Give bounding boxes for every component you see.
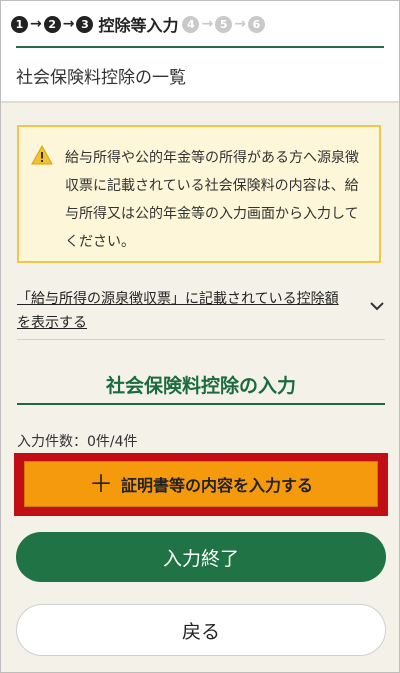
section-title: 社会保険料控除の入力: [105, 375, 296, 397]
warning-icon: [31, 145, 53, 165]
finish-input-button[interactable]: 入力終了: [16, 532, 386, 582]
withholding-disclosure[interactable]: 「給与所得の源泉徴収票」に記載されている控除額を表示する: [17, 287, 385, 340]
current-step-label: 控除等入力: [98, 16, 179, 35]
enter-certificate-label: 証明書等の内容を入力する: [120, 476, 313, 495]
entry-count: 入力件数：0件/4件: [17, 434, 138, 450]
highlight-frame: ＋ 証明書等の内容を入力する: [14, 453, 388, 516]
header: 1 → 2 → 3 控除等入力 4 → 5 → 6 社会保険料控除の一覧: [1, 1, 399, 101]
step-6: 6: [247, 15, 265, 33]
step-1: 1: [11, 15, 28, 33]
step-indicator: 1 → 2 → 3 控除等入力 4 → 5 → 6: [11, 13, 265, 35]
plus-icon: ＋: [88, 470, 113, 498]
step-3: 3: [76, 15, 94, 33]
back-label: 戻る: [181, 620, 220, 643]
disclosure-link[interactable]: 「給与所得の源泉徴収票」に記載されている控除額を表示する: [17, 287, 352, 335]
step-arrow: →: [201, 16, 214, 32]
page-title: 社会保険料控除の一覧: [16, 68, 186, 88]
step-5: 5: [215, 15, 233, 33]
step-arrow: →: [234, 16, 246, 32]
step-arrow: →: [30, 16, 42, 32]
app-frame: 1 → 2 → 3 控除等入力 4 → 5 → 6 社会保険料控除の一覧 給与所…: [0, 0, 400, 673]
notice-text: 給与所得や公的年金等の所得がある方へ源泉徴収票に記載されている社会保険料の内容は…: [65, 150, 359, 250]
step-arrow: →: [62, 16, 75, 32]
notice-box: 給与所得や公的年金等の所得がある方へ源泉徴収票に記載されている社会保険料の内容は…: [17, 125, 381, 263]
step-4: 4: [182, 15, 200, 33]
back-button[interactable]: 戻る: [16, 604, 386, 656]
enter-certificate-button[interactable]: ＋ 証明書等の内容を入力する: [24, 461, 378, 507]
finish-input-label: 入力終了: [162, 547, 239, 570]
header-divider: [16, 46, 384, 48]
step-2: 2: [43, 15, 61, 33]
header-separator: [1, 101, 399, 103]
section-underline: [17, 403, 385, 405]
chevron-down-icon[interactable]: [369, 301, 385, 311]
